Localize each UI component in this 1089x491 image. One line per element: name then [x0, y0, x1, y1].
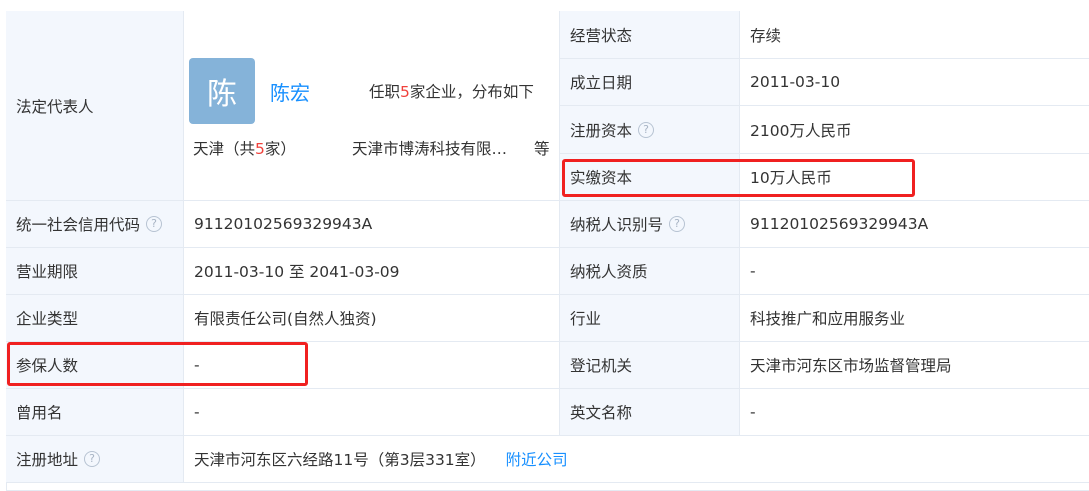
taxpayer-qual-label-cell: 纳税人资质 — [560, 248, 740, 295]
region-count[interactable]: 5 — [255, 140, 265, 158]
industry-label: 行业 — [570, 310, 602, 328]
positions-count[interactable]: 5 — [400, 83, 410, 101]
registered-capital-label-cell: 注册资本? — [560, 106, 740, 154]
help-icon[interactable]: ? — [84, 451, 101, 467]
credit-code-value: 91120102569329943A — [194, 215, 373, 233]
nearby-companies-link[interactable]: 附近公司 — [506, 448, 568, 470]
company-type-value-cell: 有限责任公司(自然人独资) — [184, 295, 560, 342]
operating-status-label: 经营状态 — [570, 26, 633, 45]
help-icon[interactable]: ? — [146, 216, 163, 232]
former-name-label-cell: 曾用名 — [6, 389, 184, 436]
business-term-value: 2011-03-10 至 2041-03-09 — [194, 263, 400, 281]
company-type-value: 有限责任公司(自然人独资) — [194, 310, 377, 328]
registration-authority-value: 天津市河东区市场监督管理局 — [750, 357, 952, 375]
address-label-cell: 注册地址? — [6, 436, 184, 483]
industry-value: 科技推广和应用服务业 — [750, 310, 906, 328]
registered-capital-value: 2100万人民币 — [750, 121, 852, 140]
registration-authority-label: 登记机关 — [570, 357, 633, 375]
registered-capital-value-cell: 2100万人民币 — [740, 106, 1089, 154]
registered-capital-label: 注册资本 — [570, 121, 633, 140]
english-name-value: - — [750, 403, 756, 421]
established-value-cell: 2011-03-10 — [740, 59, 1089, 106]
legal-rep-label: 法定代表人 — [16, 97, 94, 116]
region-prefix: 天津（共 — [193, 140, 256, 158]
credit-code-label-cell: 统一社会信用代码? — [6, 201, 184, 248]
former-name-label: 曾用名 — [16, 404, 63, 422]
address-label: 注册地址 — [16, 451, 79, 469]
english-name-label-cell: 英文名称 — [560, 389, 740, 436]
registration-authority-value-cell: 天津市河东区市场监督管理局 — [740, 342, 1089, 389]
legal-rep-positions: 任职5家企业，分布如下 — [369, 80, 534, 102]
legal-rep-region: 天津（共5家） — [193, 137, 296, 159]
credit-code-label: 统一社会信用代码 — [16, 216, 141, 234]
address-value: 天津市河东区六经路11号（第3层331室） — [194, 451, 486, 469]
operating-status-label-cell: 经营状态 — [560, 11, 740, 59]
industry-label-cell: 行业 — [560, 295, 740, 342]
legal-rep-company[interactable]: 天津市博涛科技有限… — [352, 137, 507, 159]
english-name-value-cell: - — [740, 389, 1089, 436]
help-icon[interactable]: ? — [638, 121, 655, 138]
legal-rep-name-link[interactable]: 陈宏 — [270, 77, 310, 106]
established-label-cell: 成立日期 — [560, 59, 740, 106]
avatar[interactable]: 陈 — [189, 58, 255, 124]
avatar-char: 陈 — [207, 77, 237, 112]
insured-count-highlight-box — [7, 342, 308, 386]
registration-authority-label-cell: 登记机关 — [560, 342, 740, 389]
business-term-value-cell: 2011-03-10 至 2041-03-09 — [184, 248, 560, 295]
english-name-label: 英文名称 — [570, 404, 633, 422]
region-suffix: 家） — [264, 140, 296, 158]
taxpayer-id-label: 纳税人识别号 — [570, 216, 664, 234]
paid-capital-highlight-box — [562, 159, 915, 197]
business-term-label: 营业期限 — [16, 263, 79, 281]
established-label: 成立日期 — [570, 74, 633, 92]
taxpayer-id-label-cell: 纳税人识别号? — [560, 201, 740, 248]
help-icon[interactable]: ? — [669, 216, 686, 232]
positions-suffix: 家企业，分布如下 — [409, 83, 534, 101]
operating-status-value: 存续 — [750, 26, 782, 45]
taxpayer-qual-value: - — [750, 262, 756, 280]
established-value: 2011-03-10 — [750, 73, 841, 91]
taxpayer-qual-value-cell: - — [740, 248, 1089, 295]
legal-rep-label-cell: 法定代表人 — [6, 11, 184, 201]
address-value-cell: 天津市河东区六经路11号（第3层331室） 附近公司 — [184, 436, 1089, 483]
operating-status-value-cell: 存续 — [740, 11, 1089, 59]
business-term-label-cell: 营业期限 — [6, 248, 184, 295]
positions-prefix: 任职 — [369, 83, 401, 101]
former-name-value-cell: - — [184, 389, 560, 436]
taxpayer-qual-label: 纳税人资质 — [570, 263, 648, 281]
industry-value-cell: 科技推广和应用服务业 — [740, 295, 1089, 342]
taxpayer-id-value-cell: 91120102569329943A — [740, 201, 1089, 248]
taxpayer-id-value: 91120102569329943A — [750, 215, 929, 233]
credit-code-value-cell: 91120102569329943A — [184, 201, 560, 248]
company-type-label: 企业类型 — [16, 310, 79, 328]
legal-rep-etc: 等 — [534, 140, 550, 158]
former-name-value: - — [194, 403, 200, 421]
company-type-label-cell: 企业类型 — [6, 295, 184, 342]
